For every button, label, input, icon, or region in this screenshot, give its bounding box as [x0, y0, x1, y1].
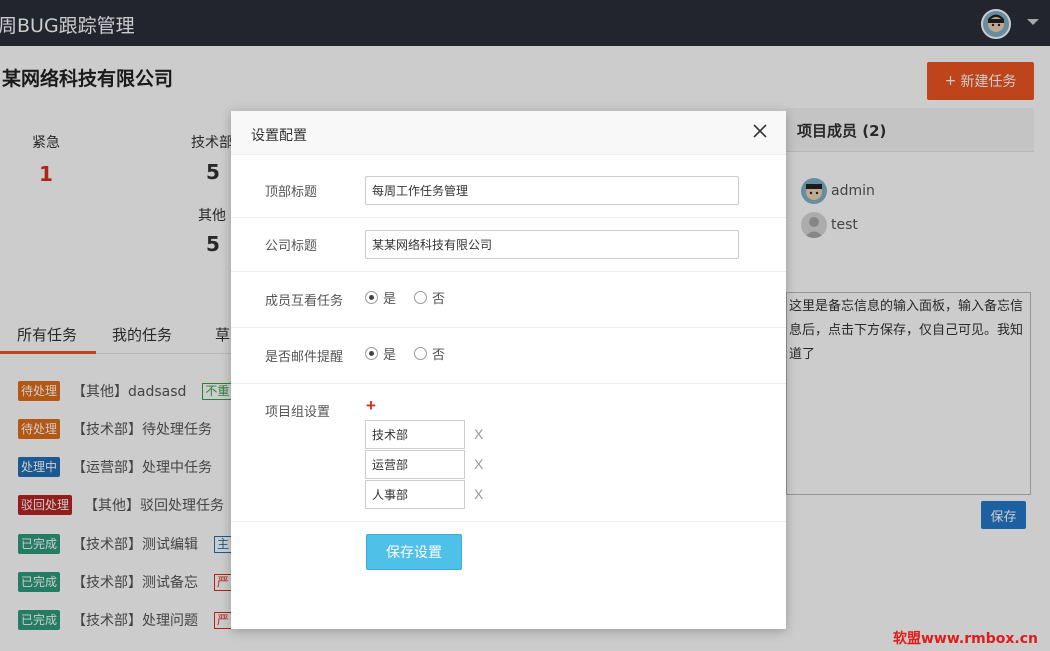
mutual-view-yes-radio[interactable]: 是: [365, 288, 396, 307]
radio-checked-icon: [365, 291, 378, 304]
radio-checked-icon: [365, 347, 378, 360]
mutual-view-label: 成员互看任务: [265, 294, 344, 309]
group-input[interactable]: [365, 450, 465, 479]
watermark: 软盟www.rmbox.cn: [893, 631, 1038, 647]
radio-unchecked-icon: [414, 291, 428, 304]
company-title-row: 公司标题: [231, 218, 786, 272]
radio-unchecked-icon: [414, 347, 428, 360]
delete-group-button[interactable]: X: [474, 456, 483, 472]
mutual-view-row: 成员互看任务 是 否: [231, 272, 786, 328]
settings-modal: 设置配置 顶部标题 公司标题 成员互看任务 是 否 是否邮件提醒: [231, 111, 786, 629]
email-remind-radios: 是 否: [365, 344, 445, 363]
group-input[interactable]: [365, 480, 465, 509]
radio-label: 是: [383, 292, 397, 307]
email-remind-label: 是否邮件提醒: [265, 350, 344, 365]
delete-group-button[interactable]: X: [474, 426, 483, 442]
top-title-label: 顶部标题: [265, 185, 318, 200]
save-settings-button[interactable]: 保存设置: [366, 534, 462, 570]
add-group-button[interactable]: +: [366, 396, 376, 416]
company-title-label: 公司标题: [265, 239, 318, 254]
top-title-input[interactable]: [365, 176, 739, 205]
close-button[interactable]: [751, 123, 769, 141]
group-input[interactable]: [365, 420, 465, 449]
mutual-view-no-radio[interactable]: 否: [414, 288, 445, 307]
project-group-label: 项目组设置: [265, 405, 331, 420]
top-title-row: 顶部标题: [231, 155, 786, 218]
delete-group-button[interactable]: X: [474, 486, 483, 502]
email-remind-no-radio[interactable]: 否: [414, 344, 445, 363]
radio-label: 否: [432, 348, 446, 363]
email-remind-row: 是否邮件提醒 是 否: [231, 328, 786, 384]
radio-label: 否: [432, 292, 446, 307]
close-icon: [753, 123, 767, 138]
radio-label: 是: [383, 348, 397, 363]
modal-title: 设置配置: [251, 128, 307, 144]
project-group-row: 项目组设置: [231, 384, 786, 522]
company-title-input[interactable]: [365, 230, 739, 259]
mutual-view-radios: 是 否: [365, 288, 445, 307]
email-remind-yes-radio[interactable]: 是: [365, 344, 396, 363]
modal-header: 设置配置: [231, 111, 786, 155]
